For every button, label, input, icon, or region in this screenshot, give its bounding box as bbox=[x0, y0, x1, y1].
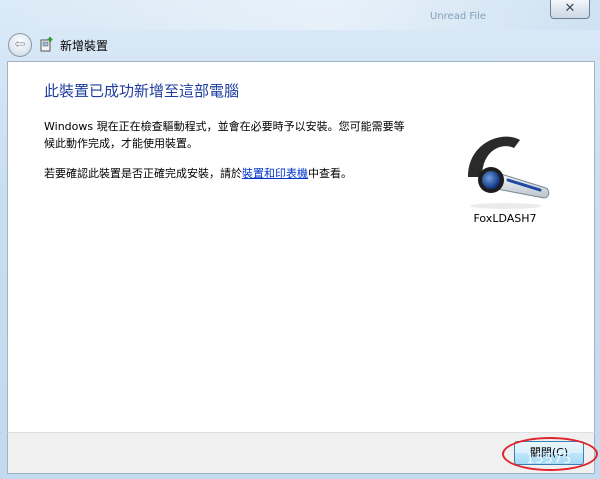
verify-install-message: 若要確認此裝置是否正確完成安裝，請於裝置和印表機中查看。 bbox=[44, 165, 352, 181]
wizard-content-panel: 此裝置已成功新增至這部電腦 Windows 現在正在檢查驅動程式，並會在必要時予… bbox=[7, 61, 595, 434]
wizard-title: 新增裝置 bbox=[60, 39, 109, 53]
background-window-text: Unread File bbox=[430, 11, 487, 22]
window-frame: Unread File ✕ ⇦ 新增裝置 此裝置已成功新增至這部電腦 Windo… bbox=[0, 0, 600, 479]
device-name-label: FoxLDASH7 bbox=[473, 212, 537, 225]
driver-install-message: Windows 現在正在檢查驅動程式，並會在必要時予以安裝。您可能需要等候此動作… bbox=[44, 120, 405, 150]
page-heading: 此裝置已成功新增至這部電腦 bbox=[44, 82, 240, 100]
wizard-nav-bar: ⇦ 新增裝置 bbox=[0, 30, 600, 60]
add-device-icon bbox=[40, 37, 53, 52]
window-close-button[interactable]: ✕ bbox=[550, 0, 590, 19]
back-arrow-icon[interactable]: ⇦ bbox=[8, 33, 32, 57]
watermark-text: 15575 bbox=[526, 452, 573, 467]
devices-and-printers-link[interactable]: 裝置和印表機 bbox=[242, 167, 308, 180]
verify-prefix-text: 若要確認此裝置是否正確完成安裝，請於 bbox=[44, 167, 242, 180]
verify-suffix-text: 中查看。 bbox=[308, 167, 352, 180]
bluetooth-headset-icon bbox=[468, 136, 550, 209]
